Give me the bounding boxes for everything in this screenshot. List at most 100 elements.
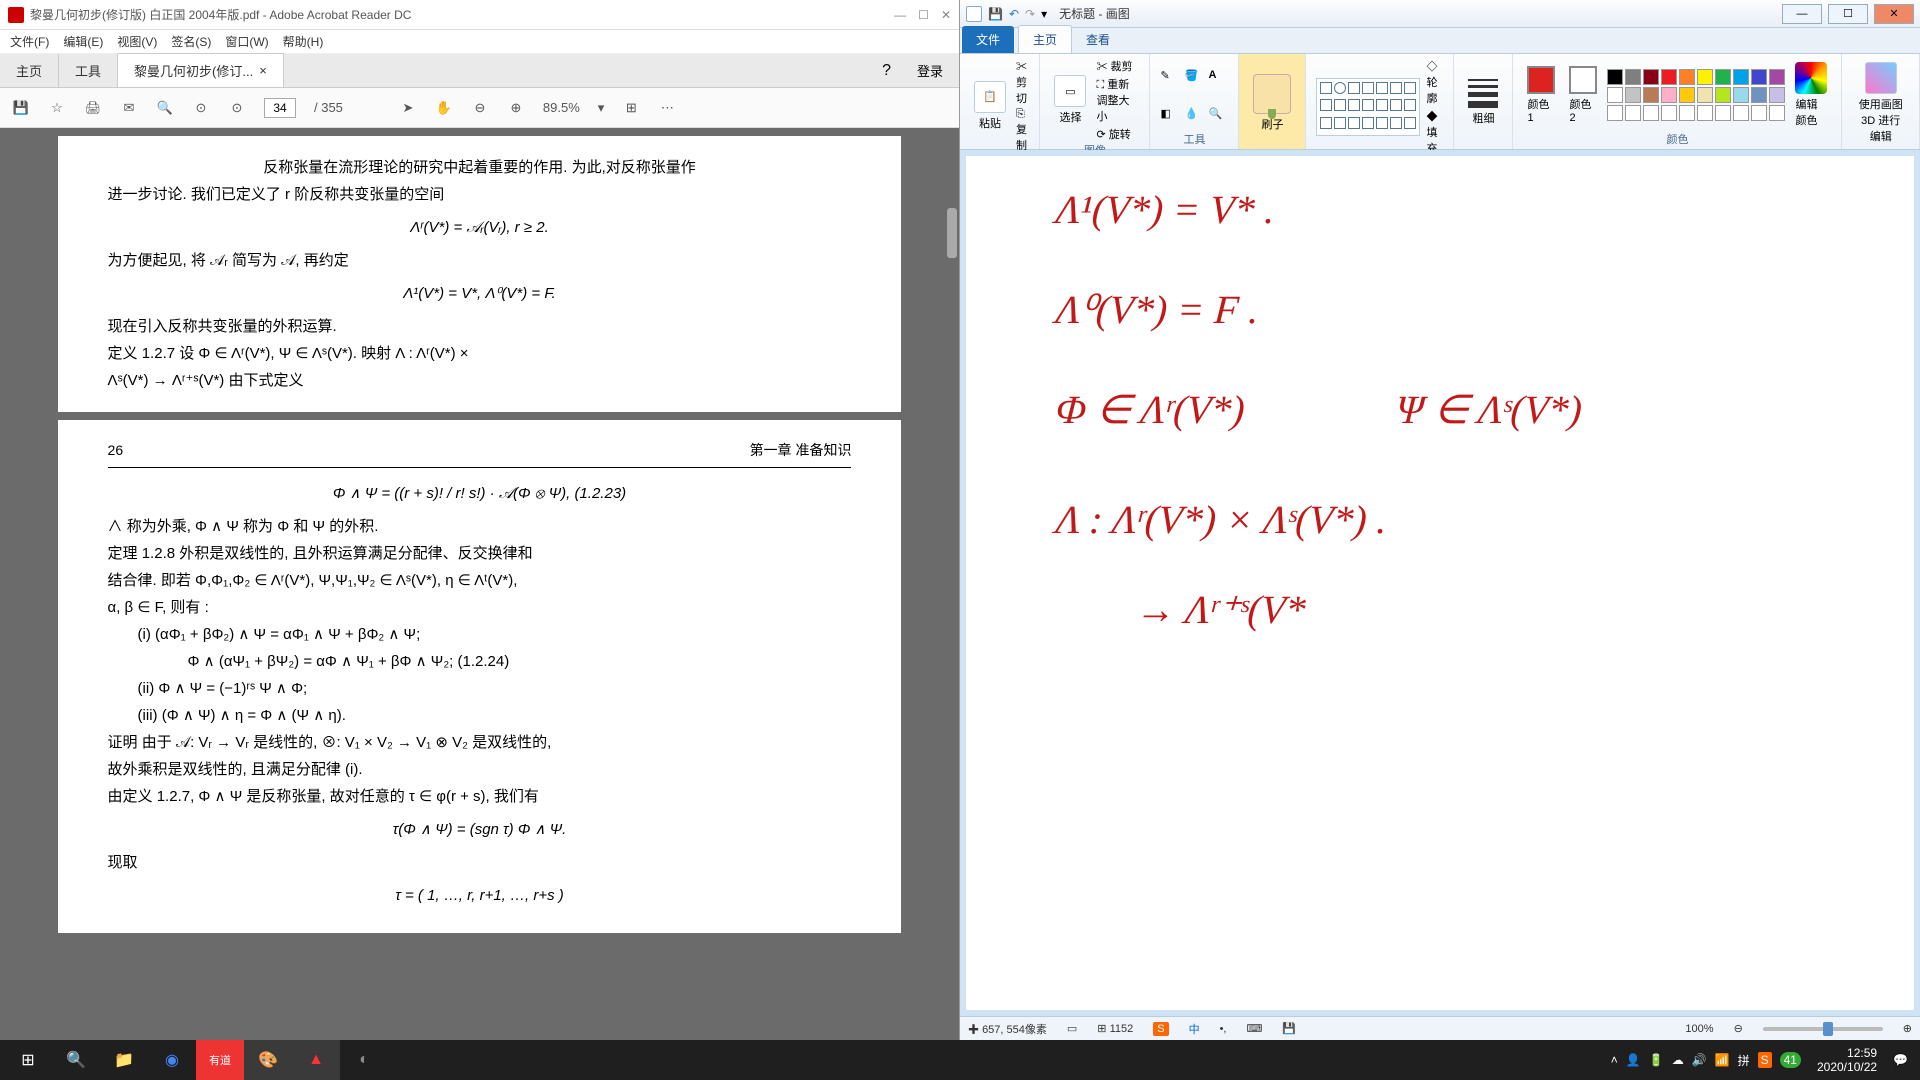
- app-icon[interactable]: ◐: [340, 1040, 388, 1080]
- maximize-button[interactable]: ☐: [918, 8, 929, 22]
- paint-app-icon[interactable]: [966, 6, 982, 22]
- zoom-in-icon[interactable]: ⊕: [507, 99, 525, 117]
- tab-tools[interactable]: 工具: [59, 54, 118, 87]
- zoom-level[interactable]: 89.5%: [543, 100, 580, 115]
- text-tool-icon[interactable]: A: [1208, 69, 1228, 81]
- shapes-gallery[interactable]: [1316, 78, 1420, 136]
- save-icon[interactable]: 💾: [12, 99, 30, 117]
- copy-button[interactable]: ⎘ 复制: [1016, 108, 1029, 153]
- resize-button[interactable]: ⛶ 重新调整大小: [1096, 76, 1139, 124]
- close-button[interactable]: ✕: [941, 8, 951, 22]
- rotate-button[interactable]: ⟳ 旋转: [1096, 126, 1139, 142]
- magnifier-tool-icon[interactable]: 🔍: [1208, 107, 1228, 120]
- tray-people-icon[interactable]: 👤: [1626, 1053, 1641, 1067]
- qat-redo-icon[interactable]: ↷: [1025, 7, 1035, 21]
- explorer-icon[interactable]: 📁: [100, 1040, 148, 1080]
- palette-swatch[interactable]: [1751, 69, 1767, 85]
- outline-button[interactable]: ◇ 轮廓: [1426, 58, 1443, 106]
- fill-button[interactable]: ◆ 填充: [1426, 108, 1443, 156]
- menu-view[interactable]: 视图(V): [117, 33, 157, 50]
- paste-button[interactable]: 📋粘贴: [970, 79, 1010, 133]
- start-button[interactable]: ⊞: [4, 1040, 52, 1080]
- search-icon[interactable]: 🔍: [156, 99, 174, 117]
- tray-battery-icon[interactable]: 🔋: [1649, 1053, 1664, 1067]
- tray-count-badge[interactable]: 41: [1780, 1052, 1801, 1068]
- mail-icon[interactable]: ✉: [120, 99, 138, 117]
- tab-file[interactable]: 文件: [962, 26, 1014, 53]
- tab-close-icon[interactable]: ×: [259, 63, 267, 78]
- help-icon[interactable]: ?: [872, 55, 901, 87]
- qat-save-icon[interactable]: 💾: [988, 7, 1003, 21]
- palette-swatch[interactable]: [1607, 69, 1623, 85]
- edit-colors-button[interactable]: 编辑颜色: [1791, 60, 1831, 130]
- palette-swatch[interactable]: [1607, 87, 1623, 103]
- maximize-button[interactable]: ☐: [1828, 4, 1868, 24]
- crop-button[interactable]: ✂ 裁剪: [1096, 58, 1139, 74]
- zoom-in-button[interactable]: ⊕: [1903, 1022, 1912, 1035]
- palette-swatch[interactable]: [1733, 105, 1749, 121]
- menu-window[interactable]: 窗口(W): [225, 33, 268, 50]
- palette-swatch[interactable]: [1643, 87, 1659, 103]
- paint-taskbar-icon[interactable]: 🎨: [244, 1040, 292, 1080]
- ime-keyboard-icon[interactable]: ⌨: [1247, 1022, 1263, 1035]
- tray-onedrive-icon[interactable]: ☁: [1672, 1053, 1684, 1067]
- palette-swatch[interactable]: [1751, 105, 1767, 121]
- clock[interactable]: 12:59 2020/10/22: [1809, 1046, 1885, 1075]
- palette-swatch[interactable]: [1715, 87, 1731, 103]
- tray-ime-icon[interactable]: 拼: [1738, 1052, 1750, 1069]
- palette-swatch[interactable]: [1625, 105, 1641, 121]
- palette-swatch[interactable]: [1715, 69, 1731, 85]
- hand-icon[interactable]: ✋: [435, 99, 453, 117]
- minimize-button[interactable]: —: [1782, 4, 1822, 24]
- palette-swatch[interactable]: [1715, 105, 1731, 121]
- notifications-icon[interactable]: 💬: [1893, 1053, 1908, 1067]
- search-button[interactable]: 🔍: [52, 1040, 100, 1080]
- tray-volume-icon[interactable]: 🔊: [1692, 1053, 1707, 1067]
- tab-view[interactable]: 查看: [1072, 26, 1124, 53]
- palette-swatch[interactable]: [1625, 69, 1641, 85]
- chrome-icon[interactable]: ◉: [148, 1040, 196, 1080]
- tab-document[interactable]: 黎曼几何初步(修订... ×: [118, 53, 284, 87]
- color2-button[interactable]: 颜色 2: [1565, 64, 1601, 126]
- palette-swatch[interactable]: [1769, 87, 1785, 103]
- pencil-tool-icon[interactable]: ✎: [1160, 69, 1180, 82]
- paint3d-button[interactable]: 使用画图 3D 进行编辑: [1852, 60, 1909, 146]
- palette-swatch[interactable]: [1625, 87, 1641, 103]
- minimize-button[interactable]: —: [894, 8, 906, 22]
- tray-chevron-icon[interactable]: ˄: [1611, 1053, 1618, 1067]
- document-viewport[interactable]: 反称张量在流形理论的研究中起着重要的作用. 为此,对反称张量作 进一步讨论. 我…: [0, 128, 959, 1040]
- palette-swatch[interactable]: [1679, 69, 1695, 85]
- palette-swatch[interactable]: [1697, 87, 1713, 103]
- zoom-out-button[interactable]: ⊖: [1734, 1022, 1743, 1035]
- size-button[interactable]: 粗细: [1464, 77, 1502, 128]
- menu-help[interactable]: 帮助(H): [283, 33, 324, 50]
- tray-wifi-icon[interactable]: 📶: [1715, 1053, 1730, 1067]
- palette-swatch[interactable]: [1697, 69, 1713, 85]
- palette-swatch[interactable]: [1751, 87, 1767, 103]
- close-button[interactable]: ✕: [1874, 4, 1914, 24]
- palette-swatch[interactable]: [1679, 105, 1695, 121]
- scrollbar-thumb[interactable]: [947, 208, 957, 258]
- fit-width-icon[interactable]: ⊞: [622, 99, 640, 117]
- login-button[interactable]: 登录: [901, 54, 959, 87]
- canvas[interactable]: Λ¹(V*) = V* . Λ⁰(V*) = F . Φ ∈ Λʳ(V*) Ψ …: [966, 156, 1914, 1010]
- palette-swatch[interactable]: [1661, 105, 1677, 121]
- qat-dropdown-icon[interactable]: ▾: [1041, 7, 1047, 21]
- acrobat-taskbar-icon[interactable]: ▲: [292, 1040, 340, 1080]
- menu-sign[interactable]: 签名(S): [171, 33, 211, 50]
- zoom-slider[interactable]: [1763, 1027, 1883, 1031]
- qat-undo-icon[interactable]: ↶: [1009, 7, 1019, 21]
- zoom-slider-thumb[interactable]: [1823, 1022, 1833, 1036]
- palette-swatch[interactable]: [1697, 105, 1713, 121]
- picker-tool-icon[interactable]: 💧: [1184, 107, 1204, 120]
- palette-swatch[interactable]: [1679, 87, 1695, 103]
- pointer-icon[interactable]: ➤: [399, 99, 417, 117]
- palette-swatch[interactable]: [1643, 69, 1659, 85]
- more-icon[interactable]: ⋯: [658, 99, 676, 117]
- palette-swatch[interactable]: [1733, 87, 1749, 103]
- select-button[interactable]: ▭选择: [1050, 73, 1090, 127]
- color1-button[interactable]: 颜色 1: [1523, 64, 1559, 126]
- zoom-dropdown-icon[interactable]: ▾: [598, 100, 605, 116]
- ime-punct-icon[interactable]: •,: [1220, 1023, 1227, 1035]
- print-icon[interactable]: 🖨: [84, 99, 102, 117]
